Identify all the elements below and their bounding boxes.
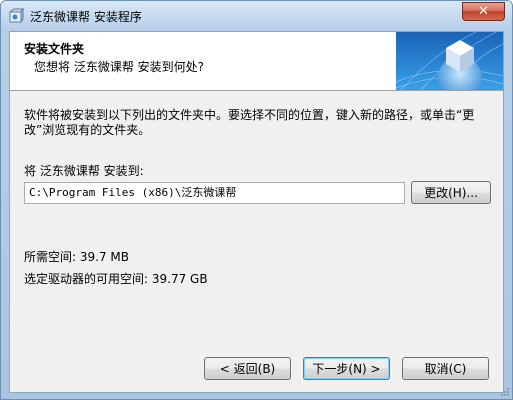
instructions-text: 软件将被安装到以下列出的文件夹中。要选择不同的位置，键入新的路径，或单击“更改”… [24, 108, 475, 137]
space-available-text: 选定驱动器的可用空间: 39.77 GB [24, 272, 208, 286]
globe-cube-graphic [396, 32, 503, 90]
window-title: 泛东微课帮 安装程序 [30, 10, 142, 24]
change-folder-button[interactable]: 更改(H)... [411, 181, 491, 204]
page-subtitle: 您想将 泛东微课帮 安装到何处? [34, 60, 204, 74]
installer-box-icon [8, 8, 24, 24]
page-title: 安装文件夹 [24, 42, 85, 56]
title-bar[interactable]: 泛东微课帮 安装程序 ✕ [1, 1, 512, 31]
install-path-field[interactable]: C:\Program Files (x86)\泛东微课帮 [24, 182, 405, 204]
next-button[interactable]: 下一步(N) > [303, 357, 390, 380]
resize-grip-icon[interactable] [500, 387, 510, 397]
installer-window: 泛东微课帮 安装程序 ✕ 安装文件夹 您想将 泛东微课帮 安装到何处? 软件将被… [0, 0, 513, 400]
cancel-button[interactable]: 取消(C) [402, 357, 489, 380]
close-icon: ✕ [478, 4, 489, 19]
space-required-text: 所需空间: 39.7 MB [24, 250, 129, 264]
back-button[interactable]: < 返回(B) [204, 357, 291, 380]
dialog-client-area: 安装文件夹 您想将 泛东微课帮 安装到何处? 软件将被安装到以下列出的文件夹中。… [9, 31, 504, 393]
install-location-label: 将 泛东微课帮 安装到: [24, 164, 144, 178]
header-panel: 安装文件夹 您想将 泛东微课帮 安装到何处? [10, 32, 503, 91]
close-button[interactable]: ✕ [462, 2, 505, 21]
